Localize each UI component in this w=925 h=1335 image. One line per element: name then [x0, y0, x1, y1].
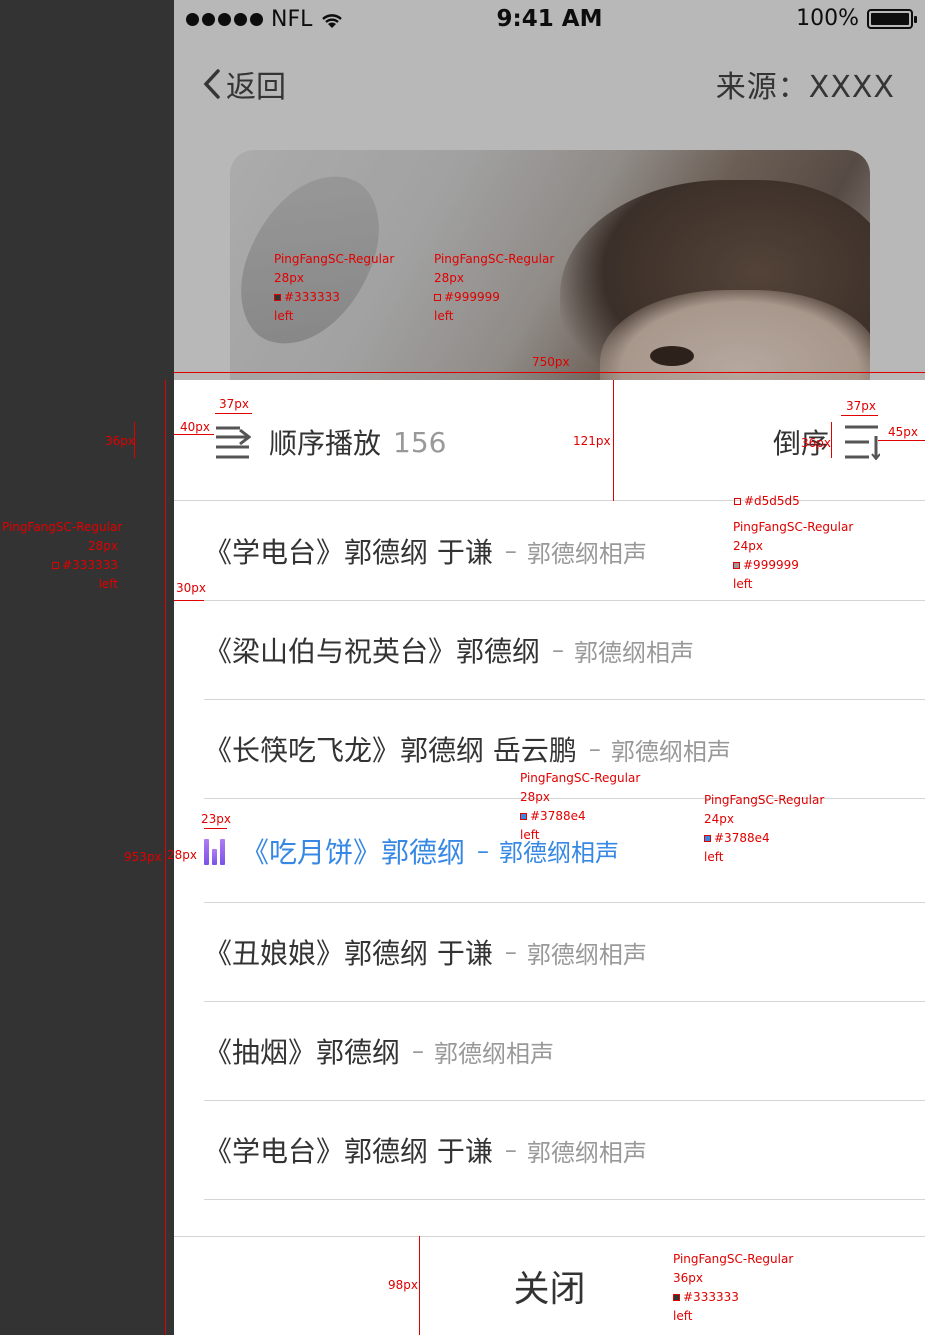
track-artist: 郭德纲相声 — [574, 638, 695, 667]
phone-screen: NFL 9:41 AM 100% 返回 来源：XXXX 顺序播放 156 倒序 … — [174, 0, 925, 1335]
divider-spec: #d5d5d5 — [734, 492, 800, 511]
track-item[interactable]: 《梁山伯与祝英台》郭德纲 – 郭德纲相声 — [204, 601, 925, 700]
dim-label: 98px — [388, 1278, 418, 1292]
track-item[interactable]: 《学电台》郭德纲 于谦 – 郭德纲相声 — [204, 1101, 925, 1200]
track-separator: – — [477, 836, 490, 865]
track-count: 156 — [393, 425, 447, 459]
dim-label: 28px — [167, 848, 197, 862]
track-title: 《梁山伯与祝英台》郭德纲 — [204, 635, 541, 668]
track-artist: 郭德纲相声 — [526, 1138, 647, 1167]
dim-label: 37px — [219, 397, 249, 411]
track-title: 《学电台》郭德纲 于谦 — [204, 1135, 493, 1168]
track-separator: – — [588, 735, 601, 763]
font-spec: PingFangSC-Regular 36px #333333 left — [673, 1252, 794, 1323]
font-spec: PingFangSC-Regular 28px #3788e4 left — [520, 771, 641, 842]
dim-label: 23px — [201, 812, 231, 826]
track-artist: 郭德纲相声 — [434, 1039, 555, 1068]
play-order-label: 顺序播放 — [269, 427, 382, 460]
reverse-sort-icon — [845, 425, 880, 460]
track-item[interactable]: 《丑娘娘》郭德纲 于谦 – 郭德纲相声 — [204, 903, 925, 1002]
track-separator: – — [504, 1136, 517, 1164]
track-item[interactable]: 《抽烟》郭德纲 – 郭德纲相声 — [204, 1002, 925, 1101]
track-separator: – — [504, 938, 517, 966]
close-button[interactable]: 关闭 — [174, 1236, 925, 1335]
track-artist: 郭德纲相声 — [526, 940, 647, 969]
dim-label: 36px — [105, 434, 135, 448]
dim-label: 750px — [532, 355, 570, 369]
track-artist: 郭德纲相声 — [526, 539, 647, 568]
sequential-play-icon — [216, 426, 251, 459]
track-title: 《长筷吃飞龙》郭德纲 岳云鹏 — [204, 734, 577, 767]
artboard-gutter — [0, 0, 174, 1335]
track-title: 《学电台》郭德纲 于谦 — [204, 536, 493, 569]
track-title: 《吃月饼》郭德纲 — [241, 835, 466, 869]
font-spec: PingFangSC-Regular 28px #333333 left — [274, 252, 395, 323]
track-separator: – — [552, 636, 565, 664]
font-spec: PingFangSC-Regular 28px #333333 left — [2, 520, 123, 591]
dim-label: 953px — [124, 850, 162, 864]
now-playing-icon — [204, 837, 227, 865]
dim-label: 37px — [846, 399, 876, 413]
dim-label: 121px — [573, 434, 611, 448]
track-title: 《丑娘娘》郭德纲 于谦 — [204, 937, 493, 970]
font-spec: PingFangSC-Regular 28px #999999 left — [434, 252, 555, 323]
font-spec: PingFangSC-Regular 24px #999999 left — [733, 520, 854, 591]
track-separator: – — [504, 537, 517, 565]
font-spec: PingFangSC-Regular 24px #3788e4 left — [704, 793, 825, 864]
track-artist: 郭德纲相声 — [610, 737, 731, 766]
dim-label: 30px — [176, 581, 206, 595]
track-title: 《抽烟》郭德纲 — [204, 1036, 401, 1069]
play-order-button[interactable]: 顺序播放 156 — [214, 422, 446, 462]
dim-label: 36px — [801, 436, 831, 450]
track-separator: – — [412, 1037, 425, 1065]
